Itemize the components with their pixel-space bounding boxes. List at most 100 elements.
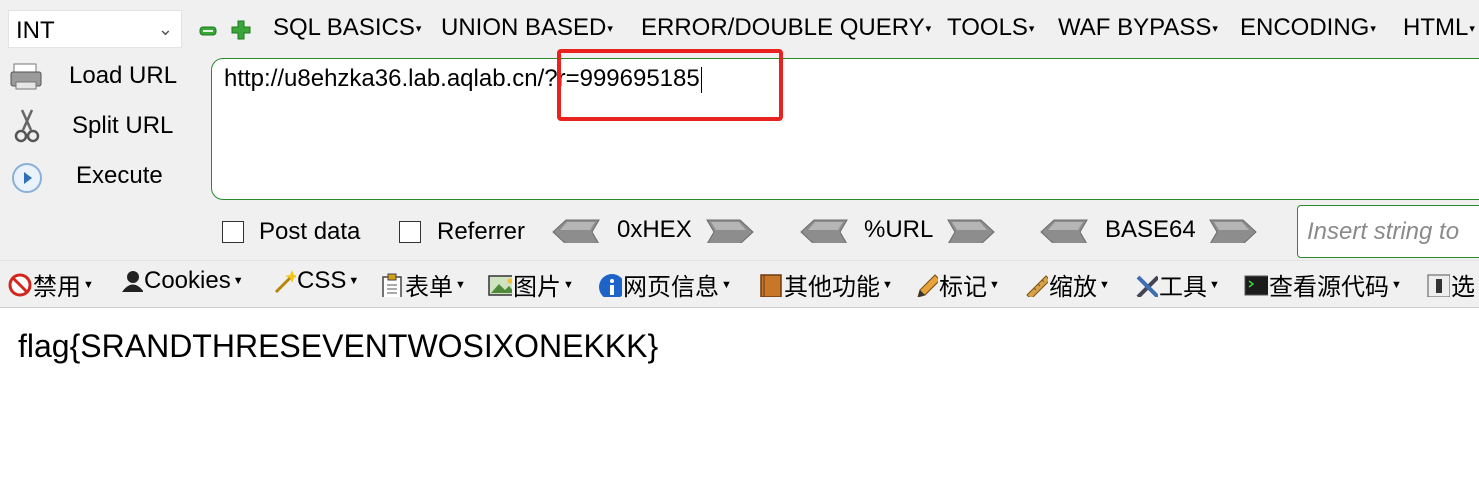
resize-label: 缩放 <box>1049 274 1097 301</box>
caret-down-icon: ▾ <box>1370 23 1376 36</box>
wrench-icon <box>1136 275 1158 297</box>
post-data-label: Post data <box>259 218 361 245</box>
resize-menu[interactable]: 缩放 ▼ <box>1024 267 1110 302</box>
load-url-button[interactable]: Load URL <box>69 62 177 90</box>
tools-label: 工具 <box>1159 274 1207 301</box>
caret-down-icon: ▾ <box>607 23 613 36</box>
base64-decode-arrow-icon[interactable] <box>1040 219 1088 243</box>
caret-down-icon: ▼ <box>563 278 574 291</box>
outline-menu[interactable]: 标记 ▼ <box>914 267 1000 302</box>
load-url-label: Load URL <box>69 62 178 89</box>
url-encode-label: %URL <box>864 216 934 243</box>
caret-down-icon: ▼ <box>348 275 360 287</box>
insert-string-placeholder: Insert string to <box>1307 218 1460 245</box>
caret-down-icon: ▼ <box>989 278 1000 291</box>
caret-down-icon: ▾ <box>925 23 932 36</box>
menu-waf-bypass[interactable]: WAF BYPASS▾ <box>1058 14 1218 42</box>
view-source-menu[interactable]: 查看源代码 ▼ <box>1244 267 1402 302</box>
info-menu[interactable]: 网页信息 ▼ <box>598 267 732 302</box>
tools-menu[interactable]: 工具 ▼ <box>1134 267 1220 302</box>
forms-menu[interactable]: 表单 ▼ <box>380 267 466 302</box>
page-content-flag: flag{SRANDTHRESEVENTWOSIXONEKKK} <box>18 328 659 364</box>
plus-icon[interactable] <box>231 20 251 40</box>
disable-menu[interactable]: 禁用 ▼ <box>8 267 94 302</box>
chevron-down-icon: ⌄ <box>157 19 173 39</box>
play-icon[interactable] <box>11 162 43 194</box>
caret-down-icon: ▼ <box>83 278 94 291</box>
caret-down-icon: ▼ <box>1391 278 1402 291</box>
view-source-label: 查看源代码 <box>1269 274 1389 301</box>
scissors-icon[interactable] <box>14 108 40 144</box>
cookies-menu[interactable]: Cookies ▼ <box>119 267 244 295</box>
hex-encode-arrow-icon[interactable] <box>706 219 754 243</box>
menu-label: HTML <box>1403 14 1469 41</box>
cookies-icon <box>122 271 143 292</box>
caret-down-icon: ▾ <box>1028 23 1035 36</box>
image-icon <box>488 274 512 296</box>
caret-down-icon: ▼ <box>721 278 732 291</box>
caret-down-icon: ▼ <box>1209 278 1220 291</box>
referrer-label: Referrer <box>437 218 526 245</box>
caret-down-icon: ▾ <box>415 23 422 36</box>
menu-tools[interactable]: TOOLS▾ <box>947 14 1034 42</box>
minus-icon[interactable] <box>199 24 217 38</box>
type-select[interactable]: INT ⌄ <box>8 10 182 48</box>
url-textarea[interactable]: http://u8ehzka36.lab.aqlab.cn/?r=9996951… <box>211 58 1479 200</box>
caret-down-icon: ▼ <box>455 278 466 291</box>
insert-string-input[interactable]: Insert string to <box>1297 205 1479 258</box>
menu-label: SQL BASICS <box>273 14 415 41</box>
terminal-icon <box>1244 275 1268 295</box>
ruler-icon <box>1026 274 1048 297</box>
book-icon <box>760 273 782 297</box>
hex-label: 0xHEX <box>617 216 692 243</box>
caret-down-icon: ▼ <box>1099 278 1110 291</box>
options-icon <box>1427 274 1450 297</box>
url-decode-arrow-icon[interactable] <box>800 219 848 243</box>
options-menu[interactable]: 选 <box>1426 267 1475 302</box>
css-label: CSS <box>297 267 347 294</box>
highlight-box <box>557 49 783 121</box>
referrer-checkbox[interactable] <box>399 221 421 243</box>
url-encode-arrow-icon[interactable] <box>947 219 995 243</box>
pencil-icon <box>917 273 938 297</box>
disable-icon <box>8 273 32 296</box>
split-url-button[interactable]: Split URL <box>72 112 173 140</box>
menu-label: TOOLS <box>947 14 1028 41</box>
caret-down-icon: ▼ <box>882 278 893 291</box>
info-label: 网页信息 <box>623 274 719 301</box>
menu-html[interactable]: HTML▾ <box>1403 14 1475 42</box>
images-menu[interactable]: 图片 ▼ <box>488 267 574 302</box>
options-label: 选 <box>1451 274 1475 301</box>
misc-menu[interactable]: 其他功能 ▼ <box>759 267 893 302</box>
execute-label: Execute <box>76 162 163 189</box>
cookies-label: Cookies <box>144 267 231 294</box>
post-data-checkbox[interactable] <box>222 221 244 243</box>
base64-label: BASE64 <box>1105 216 1196 243</box>
clipboard-icon <box>382 273 402 297</box>
menu-union-based[interactable]: UNION BASED▾ <box>441 14 613 42</box>
menu-label: ENCODING <box>1240 14 1370 41</box>
menu-label: UNION BASED <box>441 14 607 41</box>
split-url-label: Split URL <box>72 112 174 139</box>
forms-label: 表单 <box>405 274 453 301</box>
load-url-icon[interactable] <box>10 62 44 92</box>
disable-label: 禁用 <box>33 274 81 301</box>
menu-label: WAF BYPASS <box>1058 14 1212 41</box>
misc-label: 其他功能 <box>784 274 880 301</box>
caret-down-icon: ▼ <box>232 275 244 287</box>
caret-down-icon: ▾ <box>1469 23 1475 36</box>
execute-button[interactable]: Execute <box>76 162 163 190</box>
caret-down-icon: ▾ <box>1212 23 1218 36</box>
outline-label: 标记 <box>939 274 987 301</box>
menu-sql-basics[interactable]: SQL BASICS▾ <box>273 14 421 42</box>
hex-decode-arrow-icon[interactable] <box>552 219 600 243</box>
css-menu[interactable]: CSS ▼ <box>272 267 359 295</box>
menu-label: ERROR/DOUBLE QUERY <box>641 14 925 41</box>
type-select-value: INT <box>16 17 55 44</box>
menu-encoding[interactable]: ENCODING▾ <box>1240 14 1376 42</box>
base64-encode-arrow-icon[interactable] <box>1209 219 1257 243</box>
menu-error-double-query[interactable]: ERROR/DOUBLE QUERY▾ <box>641 14 931 42</box>
info-icon <box>599 273 622 297</box>
images-label: 图片 <box>513 274 561 301</box>
magic-wand-icon <box>274 270 296 293</box>
